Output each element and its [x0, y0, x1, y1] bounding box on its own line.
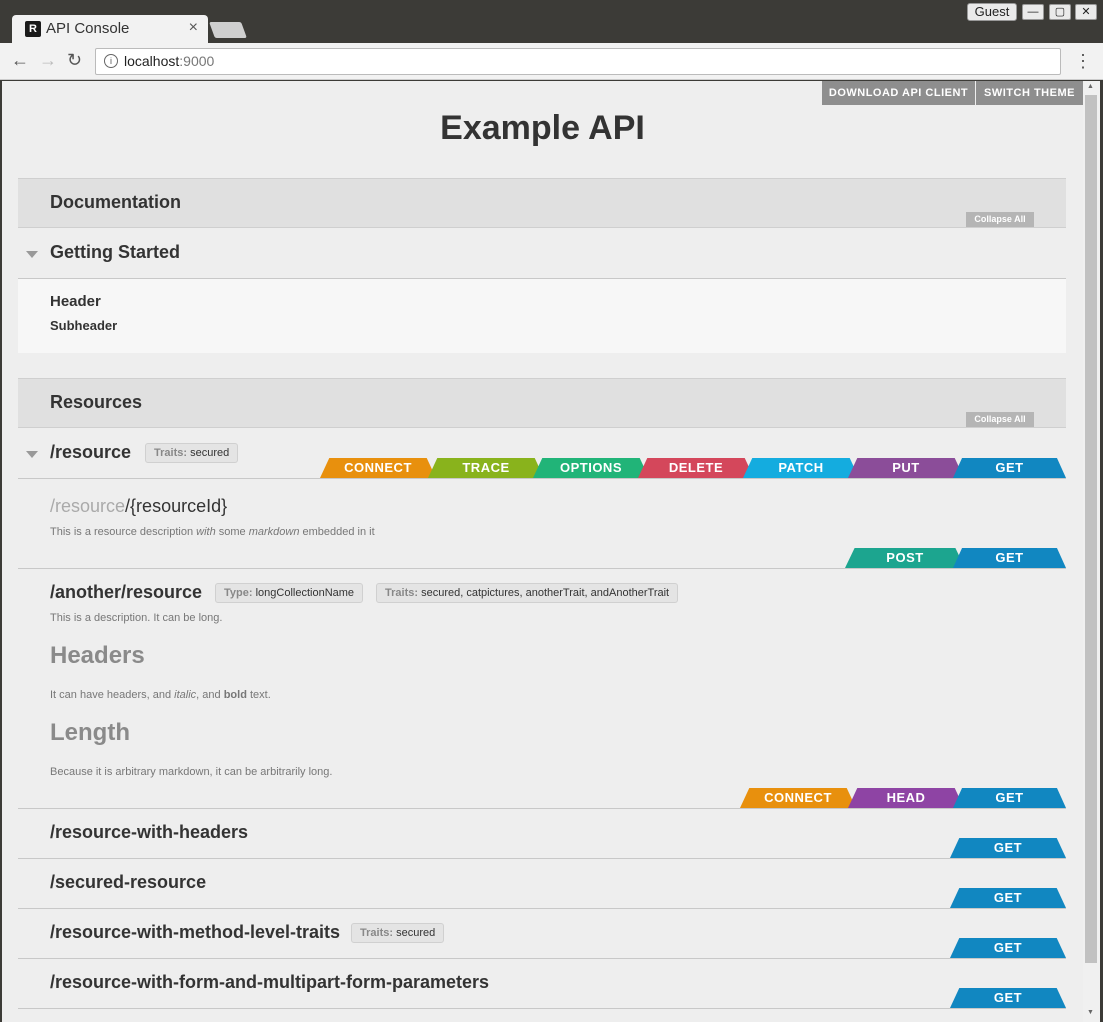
documentation-title: Documentation: [50, 192, 182, 212]
resource-row[interactable]: /another/resource Type: longCollectionNa…: [18, 569, 1066, 809]
traits-badge: Traits: secured: [351, 923, 445, 943]
tab-title: API Console: [46, 20, 130, 37]
doc-item-getting-started[interactable]: Getting Started: [18, 229, 1066, 279]
scroll-down-icon[interactable]: ▼: [1087, 1009, 1094, 1016]
minimize-icon[interactable]: —: [1022, 4, 1044, 20]
method-get-button[interactable]: GET: [950, 988, 1066, 1008]
markdown-paragraph: It can have headers, and italic, and bol…: [50, 689, 271, 701]
documentation-section-header: Documentation Collapse All: [18, 178, 1066, 228]
url-text: localhost:9000: [124, 53, 215, 69]
markdown-paragraph: Because it is arbitrary markdown, it can…: [50, 766, 333, 778]
browser-tab[interactable]: R API Console ×: [12, 15, 208, 43]
method-get-button[interactable]: GET: [953, 458, 1066, 478]
method-get-button[interactable]: GET: [953, 548, 1066, 568]
caret-down-icon[interactable]: [26, 451, 38, 458]
resource-row[interactable]: /resource Traits: secured CONNECT TRACE …: [18, 429, 1066, 479]
resource-title[interactable]: /resource-with-form-and-multipart-form-p…: [50, 972, 489, 993]
guest-profile-button[interactable]: Guest: [967, 3, 1017, 21]
subresource-row[interactable]: /resource/{resourceId} This is a resourc…: [18, 479, 1066, 569]
resource-row[interactable]: /secured-resource GET: [18, 859, 1066, 909]
forward-arrow-icon[interactable]: →: [39, 50, 57, 71]
download-api-client-button[interactable]: DOWNLOAD API CLIENT: [822, 81, 975, 105]
page-viewport: DOWNLOAD API CLIENT SWITCH THEME Example…: [2, 81, 1083, 1022]
address-bar[interactable]: i localhost:9000: [95, 48, 1061, 75]
browser-toolbar: ← → ↻ i localhost:9000 ⋮: [0, 43, 1103, 80]
reload-icon[interactable]: ↻: [67, 50, 82, 71]
back-arrow-icon[interactable]: ←: [11, 50, 29, 71]
page-scrollbar[interactable]: ▲ ▼: [1083, 81, 1100, 1022]
method-get-button[interactable]: GET: [950, 938, 1066, 958]
resource-row[interactable]: /resource-with-form-and-multipart-form-p…: [18, 959, 1066, 1009]
method-patch-button[interactable]: PATCH: [743, 458, 859, 478]
maximize-icon[interactable]: ▢: [1049, 4, 1071, 20]
caret-down-icon[interactable]: [26, 251, 38, 258]
method-trace-button[interactable]: TRACE: [428, 458, 544, 478]
type-badge: Type: longCollectionName: [215, 583, 364, 603]
page-title: Example API: [440, 109, 645, 147]
method-connect-button[interactable]: CONNECT: [740, 788, 856, 808]
resource-description: This is a description. It can be long.: [50, 612, 223, 624]
doc-header: Header: [50, 293, 101, 310]
subresource-title[interactable]: /resource/{resourceId}: [50, 496, 227, 517]
browser-menu-icon[interactable]: ⋮: [1074, 51, 1092, 72]
resource-title[interactable]: /secured-resource: [50, 872, 206, 893]
doc-content: Header Subheader: [18, 279, 1066, 353]
close-window-icon[interactable]: ✕: [1075, 4, 1097, 20]
markdown-heading: Length: [50, 719, 130, 746]
doc-item-title[interactable]: Getting Started: [50, 242, 180, 263]
info-icon[interactable]: i: [104, 54, 118, 68]
raml-logo-icon: R: [25, 21, 41, 37]
method-delete-button[interactable]: DELETE: [638, 458, 754, 478]
switch-theme-button[interactable]: SWITCH THEME: [976, 81, 1083, 105]
resource-title[interactable]: /resource-with-method-level-traits: [50, 922, 340, 943]
scroll-up-icon[interactable]: ▲: [1087, 83, 1094, 90]
method-options-button[interactable]: OPTIONS: [533, 458, 649, 478]
traits-badge: Traits: secured: [145, 443, 239, 463]
resources-collapse-all-button[interactable]: Collapse All: [966, 412, 1034, 427]
scrollbar-thumb[interactable]: [1085, 95, 1097, 963]
resource-title[interactable]: /another/resource: [50, 582, 202, 603]
new-tab-button[interactable]: [209, 22, 247, 38]
resources-title: Resources: [50, 392, 143, 412]
resource-title[interactable]: /resource: [50, 442, 131, 463]
traits-badge: Traits: secured, catpictures, anotherTra…: [376, 583, 679, 603]
method-get-button[interactable]: GET: [953, 788, 1066, 808]
resource-title[interactable]: /resource-with-headers: [50, 822, 248, 843]
method-connect-button[interactable]: CONNECT: [320, 458, 436, 478]
markdown-heading: Headers: [50, 642, 145, 669]
resource-row[interactable]: /resource-with-method-level-traits Trait…: [18, 909, 1066, 959]
resource-description: This is a resource description with some…: [50, 526, 375, 538]
documentation-collapse-all-button[interactable]: Collapse All: [966, 212, 1034, 227]
method-get-button[interactable]: GET: [950, 838, 1066, 858]
method-put-button[interactable]: PUT: [848, 458, 964, 478]
method-get-button[interactable]: GET: [950, 888, 1066, 908]
resources-section-header: Resources Collapse All: [18, 378, 1066, 428]
browser-titlebar: R API Console × Guest — ▢ ✕: [0, 0, 1103, 43]
tab-close-icon[interactable]: ×: [189, 19, 198, 37]
method-post-button[interactable]: POST: [845, 548, 965, 568]
method-head-button[interactable]: HEAD: [848, 788, 964, 808]
doc-subheader: Subheader: [50, 318, 118, 333]
resource-row[interactable]: /resource-with-headers GET: [18, 809, 1066, 859]
